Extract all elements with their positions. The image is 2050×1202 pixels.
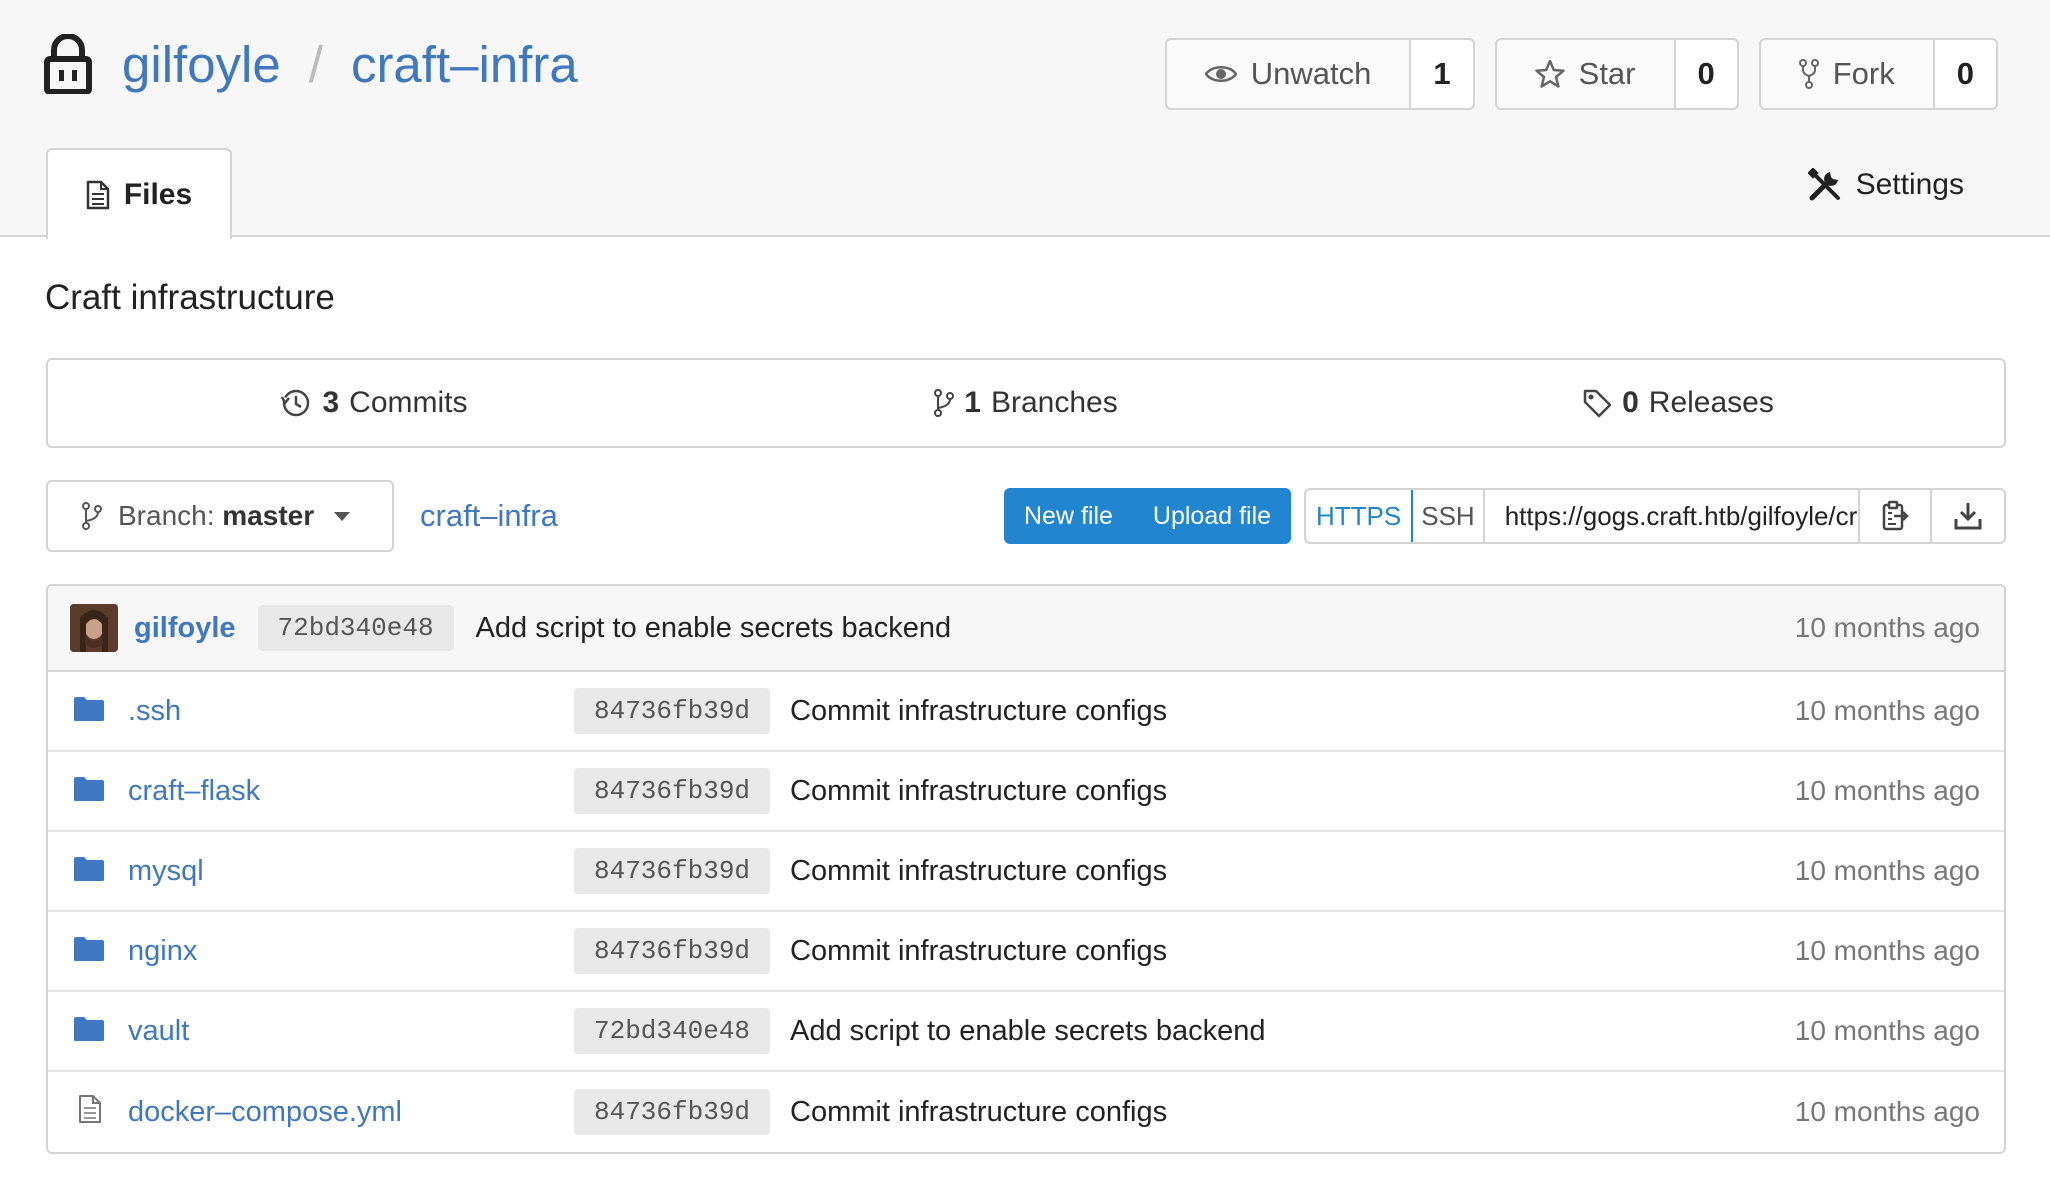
fork-button[interactable]: Fork 0 bbox=[1758, 38, 1998, 110]
table-row: .ssh 84736fb39d Commit infrastructure co… bbox=[48, 672, 2004, 752]
branches-label: Branches bbox=[990, 386, 1118, 419]
fork-icon bbox=[1798, 59, 1819, 89]
commit-message[interactable]: Commit infrastructure configs bbox=[790, 1096, 1167, 1129]
copy-url-button[interactable] bbox=[1860, 490, 1932, 542]
repo-stats-bar: 3 Commits 1 Branches 0 Releases bbox=[46, 358, 2006, 448]
commits-label: Commits bbox=[349, 386, 468, 419]
commit-age: 10 months ago bbox=[1794, 775, 1980, 806]
file-name-link[interactable]: craft–flask bbox=[128, 775, 260, 808]
file-table: gilfoyle 72bd340e48 Add script to enable… bbox=[46, 584, 2006, 1154]
commit-sha-link[interactable]: 84736fb39d bbox=[574, 1089, 771, 1135]
star-button[interactable]: Star 0 bbox=[1494, 38, 1739, 110]
commit-sha-link[interactable]: 72bd340e48 bbox=[257, 605, 454, 651]
file-name-link[interactable]: mysql bbox=[128, 855, 204, 888]
releases-count: 0 bbox=[1622, 386, 1639, 419]
branch-icon bbox=[934, 389, 955, 417]
table-row: craft–flask 84736fb39d Commit infrastruc… bbox=[48, 752, 2004, 832]
table-row: nginx 84736fb39d Commit infrastructure c… bbox=[48, 912, 2004, 992]
watch-button[interactable]: Unwatch 1 bbox=[1164, 38, 1475, 110]
file-name-link[interactable]: .ssh bbox=[128, 695, 181, 728]
commits-stat[interactable]: 3 Commits bbox=[48, 360, 700, 446]
repo-title: gilfoyle / craft–infra bbox=[44, 34, 578, 94]
upload-file-button[interactable]: Upload file bbox=[1133, 488, 1291, 544]
commit-sha-link[interactable]: 84736fb39d bbox=[574, 688, 771, 734]
ssh-toggle[interactable]: SSH bbox=[1413, 490, 1485, 542]
folder-icon bbox=[74, 1017, 104, 1041]
download-button[interactable] bbox=[1932, 490, 2004, 542]
folder-icon bbox=[74, 697, 104, 721]
latest-commit-row: gilfoyle 72bd340e48 Add script to enable… bbox=[48, 586, 2004, 672]
star-count[interactable]: 0 bbox=[1675, 40, 1737, 108]
breadcrumb-repo-link[interactable]: craft–infra bbox=[420, 498, 558, 534]
commit-sha-link[interactable]: 72bd340e48 bbox=[574, 1008, 771, 1054]
file-text-icon bbox=[79, 1095, 101, 1123]
commit-message[interactable]: Commit infrastructure configs bbox=[790, 775, 1167, 808]
tag-icon bbox=[1583, 389, 1612, 418]
fork-label: Fork bbox=[1832, 56, 1895, 91]
commit-age: 10 months ago bbox=[1794, 695, 1980, 726]
commit-message[interactable]: Commit infrastructure configs bbox=[790, 695, 1167, 728]
file-name-link[interactable]: docker–compose.yml bbox=[128, 1096, 402, 1129]
commit-sha-link[interactable]: 84736fb39d bbox=[574, 768, 771, 814]
table-row: docker–compose.yml 84736fb39d Commit inf… bbox=[48, 1072, 2004, 1152]
clone-url-input[interactable]: https://gogs.craft.htb/gilfoyle/craft-in… bbox=[1485, 490, 1860, 542]
title-separator: / bbox=[308, 35, 323, 93]
commit-author-link[interactable]: gilfoyle bbox=[134, 612, 236, 645]
avatar[interactable] bbox=[70, 604, 118, 652]
file-text-icon bbox=[86, 180, 110, 209]
commit-age: 10 months ago bbox=[1794, 1015, 1980, 1046]
repo-name-link[interactable]: craft–infra bbox=[351, 35, 578, 94]
folder-icon bbox=[74, 857, 104, 881]
file-name-link[interactable]: nginx bbox=[128, 935, 197, 968]
table-row: vault 72bd340e48 Add script to enable se… bbox=[48, 992, 2004, 1072]
commit-sha-link[interactable]: 84736fb39d bbox=[574, 928, 771, 974]
star-icon bbox=[1534, 59, 1565, 88]
commit-message[interactable]: Add script to enable secrets backend bbox=[790, 1015, 1266, 1048]
https-toggle[interactable]: HTTPS bbox=[1306, 490, 1414, 542]
branch-icon bbox=[82, 502, 102, 530]
file-name-link[interactable]: vault bbox=[128, 1015, 189, 1048]
commit-age: 10 months ago bbox=[1794, 855, 1980, 886]
tab-files-label: Files bbox=[123, 177, 193, 211]
repo-owner-link[interactable]: gilfoyle bbox=[122, 35, 281, 94]
watch-count[interactable]: 1 bbox=[1411, 40, 1473, 108]
file-actions-group: New file Upload file bbox=[1004, 488, 1292, 544]
clone-url-group: HTTPS SSH https://gogs.craft.htb/gilfoyl… bbox=[1304, 488, 2006, 544]
commit-age: 10 months ago bbox=[1794, 935, 1980, 966]
commit-message[interactable]: Commit infrastructure configs bbox=[790, 855, 1167, 888]
branch-prefix: Branch: bbox=[118, 500, 215, 531]
watch-label: Unwatch bbox=[1250, 56, 1372, 91]
repo-header: gilfoyle / craft–infra Unwatch 1 Star 0 bbox=[0, 0, 2050, 239]
folder-icon bbox=[74, 937, 104, 961]
branches-count: 1 bbox=[964, 386, 981, 419]
caret-down-icon bbox=[334, 511, 351, 521]
fork-count[interactable]: 0 bbox=[1934, 40, 1996, 108]
releases-label: Releases bbox=[1648, 386, 1774, 419]
history-icon bbox=[281, 389, 310, 417]
tab-settings-label: Settings bbox=[1855, 168, 1964, 201]
commit-sha-link[interactable]: 84736fb39d bbox=[574, 848, 771, 894]
star-label: Star bbox=[1578, 56, 1636, 91]
commits-count: 3 bbox=[322, 386, 340, 419]
download-icon bbox=[1954, 503, 1982, 530]
eye-icon bbox=[1204, 66, 1237, 82]
table-row: mysql 84736fb39d Commit infrastructure c… bbox=[48, 832, 2004, 912]
folder-icon bbox=[74, 777, 104, 801]
lock-icon bbox=[44, 34, 92, 94]
tools-icon bbox=[1807, 168, 1840, 201]
commit-age: 10 months ago bbox=[1794, 1096, 1980, 1127]
clipboard-icon bbox=[1882, 500, 1909, 531]
branch-name: master bbox=[222, 500, 315, 531]
new-file-button[interactable]: New file bbox=[1004, 488, 1133, 544]
releases-stat[interactable]: 0 Releases bbox=[1352, 360, 2004, 446]
tab-files[interactable]: Files bbox=[46, 148, 232, 239]
commit-message[interactable]: Add script to enable secrets backend bbox=[476, 612, 952, 645]
commit-age: 10 months ago bbox=[1794, 612, 1980, 643]
branches-stat[interactable]: 1 Branches bbox=[700, 360, 1352, 446]
branch-dropdown[interactable]: Branch: master bbox=[46, 480, 394, 552]
commit-message[interactable]: Commit infrastructure configs bbox=[790, 935, 1167, 968]
tab-settings[interactable]: Settings bbox=[1807, 168, 1964, 202]
repo-description: Craft infrastructure bbox=[45, 278, 335, 317]
